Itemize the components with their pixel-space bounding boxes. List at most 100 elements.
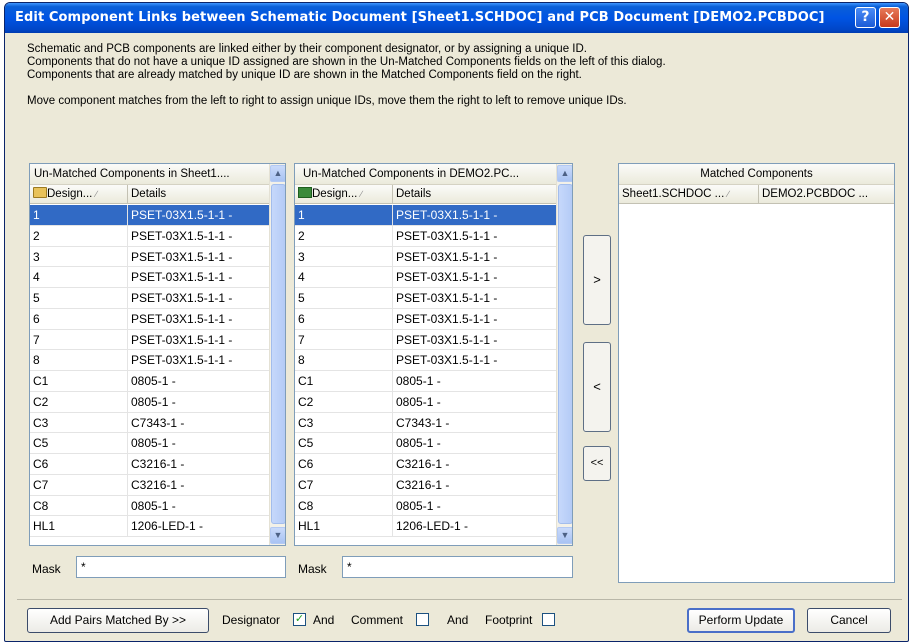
column-header-details[interactable]: Details — [128, 185, 269, 203]
table-row[interactable]: 4 PSET-03X1.5-1-1 - — [295, 267, 556, 288]
details-cell: C7343-1 - — [131, 415, 185, 430]
table-row[interactable]: 6 PSET-03X1.5-1-1 - — [295, 308, 556, 330]
panel-title: Un-Matched Components in DEMO2.PC... — [295, 164, 556, 185]
table-row[interactable]: C7 C3216-1 - — [30, 474, 269, 496]
column-header-designator[interactable]: Design... ∕ — [295, 185, 393, 203]
table-row[interactable]: C3 C7343-1 - — [30, 412, 269, 434]
column-header-sch[interactable]: Sheet1.SCHDOC ... ∕ — [619, 185, 759, 203]
table-row[interactable]: C3 C7343-1 - — [295, 412, 556, 434]
add-pairs-button[interactable]: Add Pairs Matched By >> — [27, 608, 209, 633]
scroll-thumb[interactable] — [558, 184, 572, 524]
table-row[interactable]: 2 PSET-03X1.5-1-1 - — [295, 225, 556, 247]
details-cell: PSET-03X1.5-1-1 - — [396, 291, 498, 305]
description-line: Schematic and PCB components are linked … — [27, 43, 587, 55]
designator-cell: C1 — [30, 371, 128, 391]
move-left-button[interactable]: < — [583, 342, 611, 432]
description-line: Components that do not have a unique ID … — [27, 56, 666, 68]
designator-checkbox[interactable]: ✓ — [293, 613, 306, 626]
unmatched-pcb-list[interactable]: Un-Matched Components in DEMO2.PC... Des… — [294, 163, 573, 546]
scroll-thumb[interactable] — [271, 184, 285, 524]
table-row[interactable]: 8 PSET-03X1.5-1-1 - — [30, 350, 269, 371]
table-row[interactable]: C2 0805-1 - — [30, 391, 269, 413]
table-row[interactable]: 5 PSET-03X1.5-1-1 - — [295, 288, 556, 309]
table-row[interactable]: 6 PSET-03X1.5-1-1 - — [30, 308, 269, 330]
details-cell: PSET-03X1.5-1-1 - — [396, 270, 498, 285]
matched-components-list[interactable]: Matched Components Sheet1.SCHDOC ... ∕ D… — [618, 163, 895, 583]
details-cell: 1206-LED-1 - — [131, 519, 204, 534]
designator-cell: C2 — [30, 391, 128, 412]
table-row[interactable]: C8 0805-1 - — [30, 495, 269, 517]
designator-cell: C8 — [30, 495, 128, 516]
table-row[interactable]: 2 PSET-03X1.5-1-1 - — [30, 225, 269, 247]
table-row[interactable]: 3 PSET-03X1.5-1-1 - — [30, 246, 269, 268]
designator-cell: 8 — [295, 350, 393, 371]
designator-cell: HL1 — [30, 516, 128, 537]
table-row[interactable]: C6 C3216-1 - — [30, 454, 269, 475]
table-row[interactable]: 5 PSET-03X1.5-1-1 - — [30, 288, 269, 309]
details-cell: PSET-03X1.5-1-1 - — [396, 228, 498, 243]
table-row[interactable]: 1 PSET-03X1.5-1-1 - — [295, 205, 556, 226]
mask-input-pcb[interactable]: * — [342, 556, 573, 578]
description-line: Move component matches from the left to … — [27, 95, 627, 107]
table-row[interactable]: C1 0805-1 - — [295, 371, 556, 392]
details-cell: PSET-03X1.5-1-1 - — [131, 228, 233, 243]
details-cell: 0805-1 - — [396, 436, 441, 451]
perform-update-button[interactable]: Perform Update — [687, 608, 795, 633]
table-row[interactable]: 3 PSET-03X1.5-1-1 - — [295, 246, 556, 268]
details-cell: PSET-03X1.5-1-1 - — [131, 249, 233, 264]
description: Schematic and PCB components are linked … — [27, 43, 897, 108]
mask-input-sch[interactable]: * — [76, 556, 286, 578]
table-row[interactable]: C1 0805-1 - — [30, 371, 269, 392]
scroll-down-icon[interactable]: ▼ — [557, 527, 572, 544]
table-row[interactable]: 1 PSET-03X1.5-1-1 - — [30, 205, 269, 226]
column-header-pcb[interactable]: DEMO2.PCBDOC ... — [759, 185, 894, 203]
panel-title: Un-Matched Components in Sheet1.... — [30, 164, 269, 185]
designator-cell: C7 — [295, 474, 393, 495]
details-cell: 0805-1 - — [131, 374, 176, 388]
close-button[interactable]: ✕ — [879, 7, 900, 28]
column-header-designator[interactable]: Design... ∕ — [30, 185, 128, 203]
column-header-label: Sheet1.SCHDOC ... — [622, 188, 725, 200]
table-row[interactable]: C5 0805-1 - — [295, 433, 556, 454]
table-row[interactable]: 4 PSET-03X1.5-1-1 - — [30, 267, 269, 288]
scroll-up-icon[interactable]: ▲ — [557, 165, 572, 182]
table-row[interactable]: HL1 1206-LED-1 - — [295, 516, 556, 537]
designator-cell: C3 — [30, 412, 128, 433]
details-cell: 0805-1 - — [396, 498, 441, 513]
designator-cell: 3 — [295, 246, 393, 267]
mask-label: Mask — [32, 562, 61, 576]
column-header-details[interactable]: Details — [393, 185, 556, 203]
table-row[interactable]: 7 PSET-03X1.5-1-1 - — [30, 329, 269, 351]
move-right-button[interactable]: > — [583, 235, 611, 325]
designator-cell: C5 — [295, 433, 393, 454]
details-cell: 0805-1 - — [396, 394, 441, 409]
unmatched-sch-list[interactable]: Un-Matched Components in Sheet1.... Desi… — [29, 163, 286, 546]
table-row[interactable]: HL1 1206-LED-1 - — [30, 516, 269, 537]
scrollbar[interactable]: ▲ ▼ — [556, 164, 572, 545]
column-headers: Design... ∕ Details — [30, 185, 269, 204]
details-cell: C3216-1 - — [396, 457, 450, 471]
table-row[interactable]: C5 0805-1 - — [30, 433, 269, 454]
table-row[interactable]: C6 C3216-1 - — [295, 454, 556, 475]
scroll-down-icon[interactable]: ▼ — [270, 527, 285, 544]
comment-label: Comment — [351, 613, 404, 627]
footprint-checkbox[interactable] — [542, 613, 555, 626]
designator-cell: C7 — [30, 474, 128, 495]
pcb-icon — [298, 187, 312, 198]
table-row[interactable]: 8 PSET-03X1.5-1-1 - — [295, 350, 556, 371]
designator-cell: 7 — [295, 329, 393, 350]
details-cell: PSET-03X1.5-1-1 - — [131, 353, 233, 368]
table-row[interactable]: C2 0805-1 - — [295, 391, 556, 413]
column-headers: Design... ∕ Details — [295, 185, 556, 204]
scroll-up-icon[interactable]: ▲ — [270, 165, 285, 182]
table-row[interactable]: C8 0805-1 - — [295, 495, 556, 517]
help-button[interactable]: ? — [855, 7, 876, 28]
designator-cell: 1 — [295, 205, 393, 225]
scrollbar[interactable]: ▲ ▼ — [269, 164, 285, 545]
designator-cell: 3 — [30, 246, 128, 267]
cancel-button[interactable]: Cancel — [807, 608, 891, 633]
move-all-left-button[interactable]: << — [583, 446, 611, 481]
table-row[interactable]: C7 C3216-1 - — [295, 474, 556, 496]
comment-checkbox[interactable] — [416, 613, 429, 626]
table-row[interactable]: 7 PSET-03X1.5-1-1 - — [295, 329, 556, 351]
